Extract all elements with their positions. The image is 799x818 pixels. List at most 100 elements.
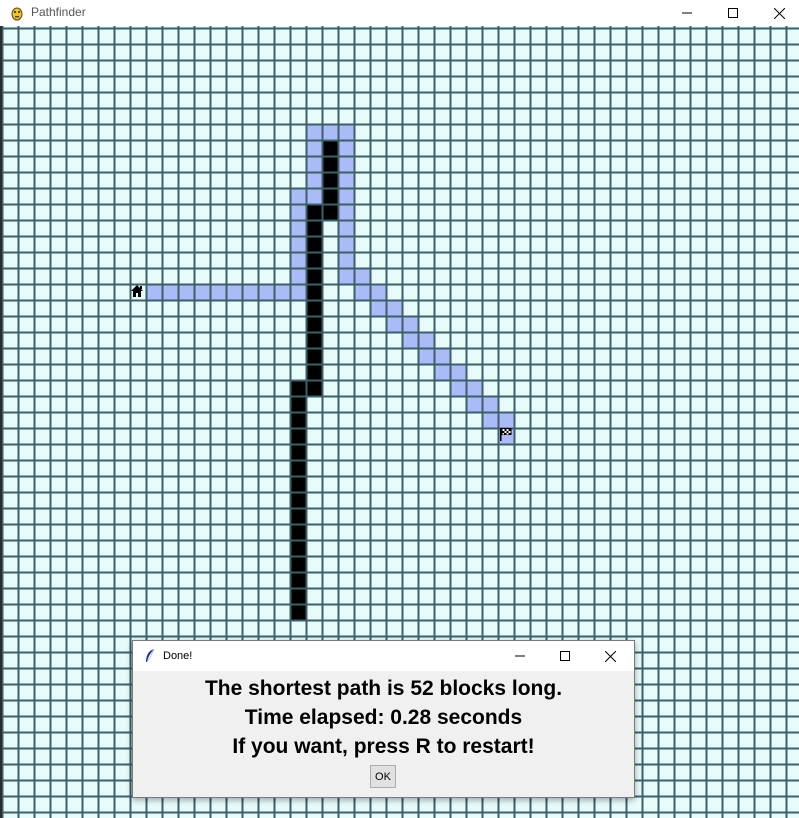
visited-cell — [338, 252, 354, 268]
ok-button[interactable]: OK — [370, 765, 396, 788]
restart-hint-message: If you want, press R to restart! — [232, 735, 535, 758]
house-icon[interactable] — [131, 285, 143, 297]
visited-cell — [386, 300, 402, 316]
wall-cell — [322, 156, 338, 172]
window-title: Pathfinder — [31, 5, 86, 19]
visited-cell — [306, 124, 322, 140]
visited-cell — [498, 412, 514, 428]
visited-cell — [338, 204, 354, 220]
wall-cell — [290, 380, 306, 396]
visited-cell — [418, 332, 434, 348]
wall-cell — [290, 524, 306, 540]
visited-cell — [258, 284, 274, 300]
visited-cell — [402, 332, 418, 348]
visited-cell — [434, 364, 450, 380]
wall-cell — [290, 476, 306, 492]
visited-cell — [146, 284, 162, 300]
minimize-icon — [682, 12, 692, 14]
visited-cell — [370, 284, 386, 300]
close-icon — [604, 650, 616, 662]
pygame-snake-icon — [9, 5, 25, 21]
visited-cell — [386, 316, 402, 332]
visited-cell — [210, 284, 226, 300]
visited-cell — [322, 124, 338, 140]
wall-cell — [290, 444, 306, 460]
wall-cell — [290, 492, 306, 508]
visited-cell — [290, 252, 306, 268]
visited-cell — [338, 140, 354, 156]
wall-cell — [306, 220, 322, 236]
visited-cell — [306, 188, 322, 204]
wall-cell — [306, 268, 322, 284]
visited-cell — [466, 380, 482, 396]
visited-cell — [354, 284, 370, 300]
visited-cell — [338, 220, 354, 236]
wall-cell — [306, 364, 322, 380]
visited-cell — [434, 348, 450, 364]
visited-cell — [466, 396, 482, 412]
visited-cell — [450, 380, 466, 396]
window-titlebar[interactable]: Pathfinder — [0, 0, 799, 26]
visited-cell — [450, 364, 466, 380]
visited-cell — [226, 284, 242, 300]
maximize-icon — [560, 651, 570, 661]
wall-cell — [306, 236, 322, 252]
visited-cell — [482, 396, 498, 412]
visited-cell — [338, 124, 354, 140]
done-dialog: Done! The shortest path is 52 blocks lon… — [132, 640, 635, 798]
wall-cell — [290, 572, 306, 588]
wall-cell — [306, 204, 322, 220]
visited-cell — [338, 188, 354, 204]
maximize-icon — [728, 8, 738, 18]
visited-cell — [290, 204, 306, 220]
visited-cell — [306, 172, 322, 188]
wall-cell — [290, 588, 306, 604]
visited-cell — [370, 300, 386, 316]
visited-cell — [418, 348, 434, 364]
feather-icon — [143, 648, 157, 664]
maximize-button[interactable] — [710, 0, 756, 26]
close-icon — [773, 7, 785, 19]
visited-cell — [194, 284, 210, 300]
wall-cell — [306, 316, 322, 332]
minimize-button[interactable] — [664, 0, 710, 26]
wall-cell — [322, 140, 338, 156]
wall-cell — [306, 284, 322, 300]
dialog-maximize-button[interactable] — [542, 641, 588, 671]
visited-cell — [290, 284, 306, 300]
visited-cell — [402, 316, 418, 332]
visited-cell — [354, 268, 370, 284]
dialog-minimize-button[interactable] — [497, 641, 543, 671]
wall-cell — [322, 188, 338, 204]
wall-cell — [306, 380, 322, 396]
wall-cell — [290, 428, 306, 444]
wall-cell — [322, 204, 338, 220]
wall-cell — [290, 508, 306, 524]
visited-cell — [290, 220, 306, 236]
close-button[interactable] — [756, 0, 799, 26]
wall-cell — [290, 412, 306, 428]
visited-cell — [162, 284, 178, 300]
wall-cell — [290, 604, 306, 620]
visited-cell — [338, 156, 354, 172]
wall-cell — [306, 332, 322, 348]
visited-cell — [338, 268, 354, 284]
dialog-title: Done! — [163, 650, 193, 662]
path-length-message: The shortest path is 52 blocks long. — [204, 677, 563, 700]
wall-cell — [306, 348, 322, 364]
visited-cell — [338, 172, 354, 188]
dialog-close-button[interactable] — [587, 641, 633, 671]
visited-cell — [274, 284, 290, 300]
visited-cell — [290, 268, 306, 284]
minimize-icon — [515, 655, 525, 657]
time-elapsed-message: Time elapsed: 0.28 seconds — [244, 706, 523, 729]
dialog-titlebar[interactable]: Done! — [133, 641, 634, 671]
visited-cell — [306, 156, 322, 172]
visited-cell — [290, 188, 306, 204]
visited-cell — [290, 236, 306, 252]
wall-cell — [290, 540, 306, 556]
wall-cell — [322, 172, 338, 188]
visited-cell — [482, 412, 498, 428]
visited-cell — [338, 236, 354, 252]
wall-cell — [306, 252, 322, 268]
